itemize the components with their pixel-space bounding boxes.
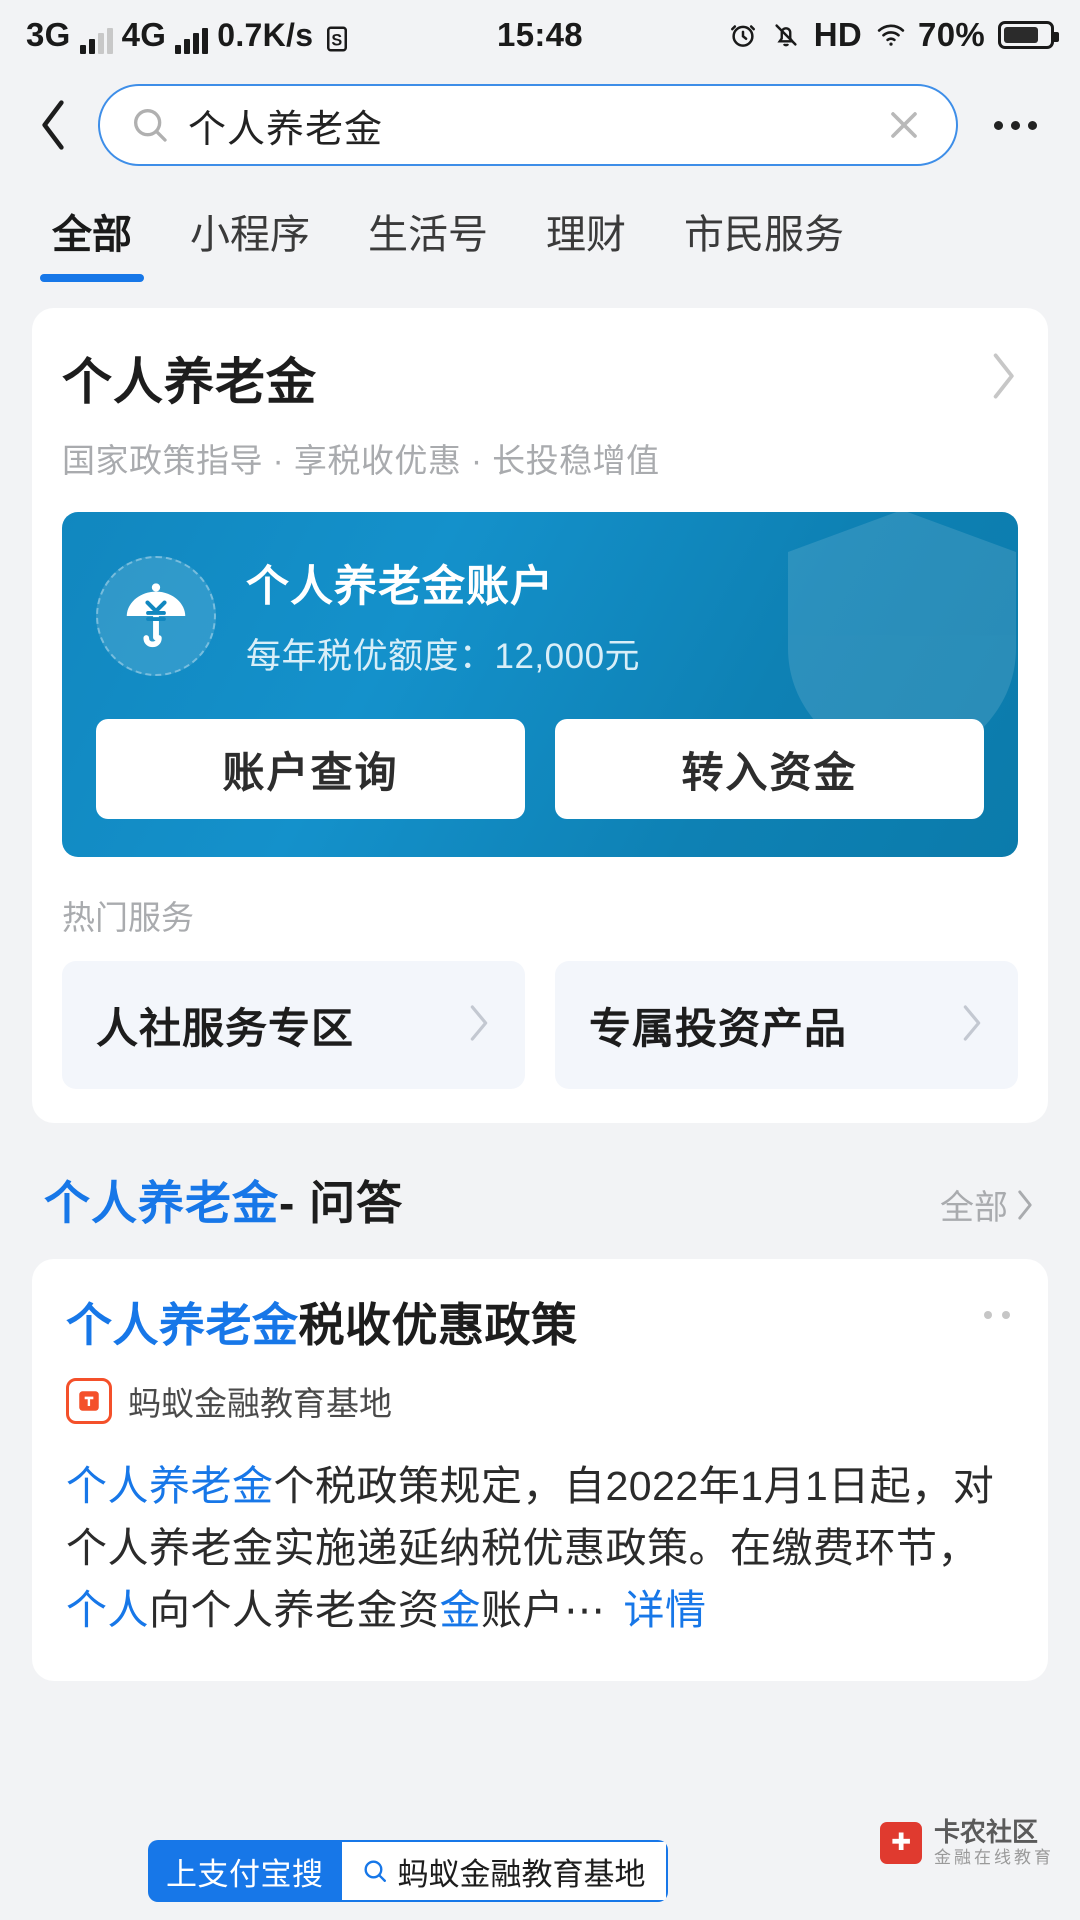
battery-percent: 70% (918, 16, 985, 53)
qa-section-header: 个人养老金 - 问答 全部 (0, 1123, 1080, 1233)
more-dots-icon[interactable] (980, 120, 1050, 130)
qa-header-highlight: 个人养老金 (44, 1177, 279, 1229)
tab-miniprogram-label: 小程序 (190, 213, 310, 257)
chevron-right-icon (467, 1003, 491, 1048)
article-detail-link[interactable]: 详情 (624, 1587, 707, 1633)
search-input[interactable]: 个人养老金 (98, 84, 958, 166)
search-header: 个人养老金 (0, 70, 1080, 180)
card-chevron-right-icon[interactable] (988, 351, 1018, 406)
bottom-bar: 上支付宝搜 蚂蚁金融教育基地 ✚ 卡农社区 金融在线教育 (0, 1792, 1080, 1920)
search-icon (363, 1860, 386, 1882)
back-button[interactable] (30, 95, 76, 155)
tab-citizen-service-label: 市民服务 (684, 213, 844, 257)
close-icon[interactable] (882, 103, 926, 147)
card-subtitle: 国家政策指导 · 享税收优惠 · 长投稳增值 (62, 442, 660, 479)
pension-service-card[interactable]: 个人养老金 国家政策指导 · 享税收优惠 · 长投稳增值 个人养老金账户 每年税… (32, 308, 1048, 1123)
hd-indicator: HD (813, 16, 863, 53)
back-chevron-icon (42, 100, 64, 150)
banner-text-block: 个人养老金账户 每年税优额度：12,000元 (246, 552, 640, 679)
ant-education-icon (66, 1377, 112, 1424)
article-body-highlight-1: 个人养老金 (66, 1462, 274, 1509)
article-source-name: 蚂蚁金融教育基地 (128, 1384, 392, 1422)
hot-service-products-label: 专属投资产品 (589, 1004, 848, 1052)
alipay-search-chip[interactable]: 上支付宝搜 蚂蚁金融教育基地 (148, 1840, 668, 1902)
result-tabs: 全部 小程序 生活号 理财 市民服务 (0, 180, 1080, 300)
network-type-3g: 3G (26, 16, 71, 53)
card-header[interactable]: 个人养老金 (62, 342, 1018, 414)
article-body-highlight-2: 个人 (66, 1587, 149, 1634)
hot-service-hrss[interactable]: 人社服务专区 (62, 961, 525, 1089)
chevron-right-icon (1018, 1189, 1032, 1220)
page-title: 个人养老金 (62, 354, 317, 410)
wifi-icon (875, 20, 905, 50)
screenshot-icon: S (322, 24, 352, 54)
article-source[interactable]: 蚂蚁金融教育基地 (66, 1377, 1014, 1425)
pension-account-banner[interactable]: 个人养老金账户 每年税优额度：12,000元 账户查询 转入资金 (62, 512, 1018, 857)
account-query-button[interactable]: 账户查询 (96, 719, 525, 819)
kanong-logo-icon: ✚ (880, 1821, 922, 1864)
search-icon (134, 109, 167, 142)
hot-service-products[interactable]: 专属投资产品 (555, 961, 1018, 1089)
article-more-icon[interactable] (984, 1311, 1010, 1319)
network-type-4g: 4G (121, 16, 167, 53)
signal-bars-2-icon (175, 28, 209, 54)
umbrella-yuan-icon (96, 555, 216, 676)
banner-quota: 每年税优额度：12,000元 (246, 637, 641, 676)
banner-title: 个人养老金账户 (246, 563, 554, 611)
tab-lifeaccount[interactable]: 生活号 (368, 202, 488, 282)
battery-icon (998, 21, 1059, 49)
alipay-search-prefix: 上支付宝搜 (148, 1840, 342, 1902)
qa-article-card[interactable]: 个人养老金税收优惠政策 蚂蚁金融教育基地 个人养老金个税政策规定，自2022年1… (32, 1259, 1048, 1682)
tab-citizen-service[interactable]: 市民服务 (684, 202, 844, 282)
hot-service-hrss-label: 人社服务专区 (96, 1004, 355, 1052)
status-left: 3G 4G 0.7K/s S (26, 16, 352, 54)
tab-lifeaccount-label: 生活号 (368, 213, 488, 257)
article-body-highlight-3: 金 (439, 1587, 481, 1634)
watermark-title: 卡农社区 (934, 1816, 1039, 1847)
shield-watermark-icon (788, 512, 1016, 777)
network-speed: 0.7K/s (217, 17, 314, 53)
article-title-rest: 税收优惠政策 (298, 1299, 578, 1351)
hot-services-label: 热门服务 (62, 899, 194, 936)
article-title: 个人养老金税收优惠政策 (66, 1297, 1014, 1355)
hot-services-list: 人社服务专区 专属投资产品 (62, 961, 1018, 1089)
watermark-text: 卡农社区 金融在线教育 (934, 1816, 1054, 1868)
qa-view-all-label: 全部 (940, 1189, 1008, 1227)
article-body-text-3: 账户⋯ (481, 1587, 606, 1634)
tab-finance[interactable]: 理财 (546, 202, 626, 282)
bell-muted-icon (771, 20, 801, 50)
signal-bars-1-icon (79, 28, 113, 54)
chevron-right-icon (960, 1003, 984, 1048)
tab-all-label: 全部 (52, 213, 132, 257)
article-body: 个人养老金个税政策规定，自2022年1月1日起，对个人养老金实施递延纳税优惠政策… (66, 1455, 1014, 1642)
alarm-icon (728, 20, 758, 50)
status-right: HD 70% (728, 16, 1059, 54)
article-body-text-2: 向个人养老金资 (149, 1587, 440, 1634)
alipay-search-term: 蚂蚁金融教育基地 (397, 1856, 646, 1892)
watermark-subtitle: 金融在线教育 (934, 1847, 1054, 1867)
tab-all[interactable]: 全部 (52, 202, 132, 282)
search-query-text: 个人养老金 (188, 108, 384, 151)
svg-text:S: S (332, 31, 343, 49)
status-bar: 3G 4G 0.7K/s S 15:48 HD 70% (0, 0, 1080, 70)
article-title-highlight: 个人养老金 (66, 1299, 299, 1351)
tab-miniprogram[interactable]: 小程序 (190, 202, 310, 282)
qa-view-all-link[interactable]: 全部 (940, 1180, 1036, 1229)
qa-header-rest: - 问答 (279, 1177, 404, 1229)
alipay-search-term-wrap: 蚂蚁金融教育基地 (341, 1840, 668, 1902)
watermark: ✚ 卡农社区 金融在线教育 (880, 1816, 1054, 1868)
tab-finance-label: 理财 (546, 213, 626, 257)
